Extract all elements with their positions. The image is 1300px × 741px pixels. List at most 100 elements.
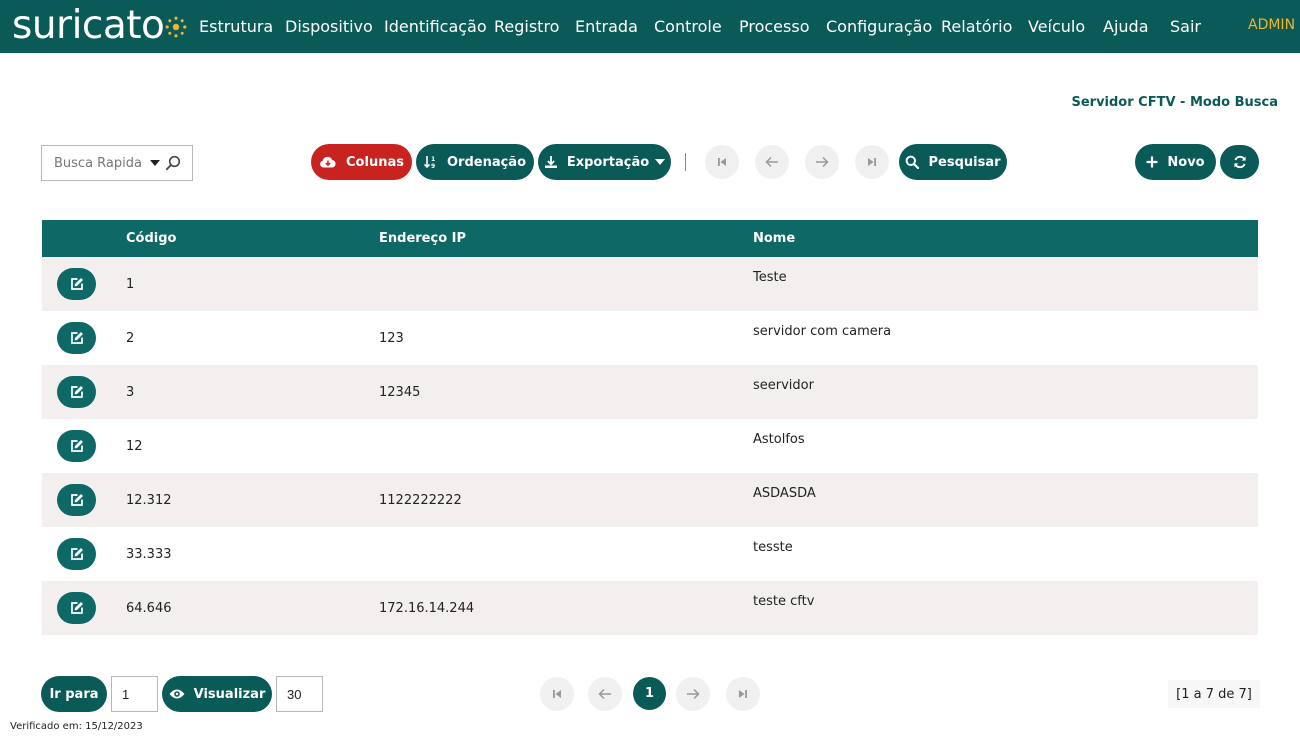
- first-page-icon: [718, 158, 726, 166]
- sun-logo-icon: [166, 16, 187, 38]
- result-range: [1 a 7 de 7]: [1168, 680, 1260, 708]
- table-row[interactable]: 12.312 1122222222 ASDASDA: [42, 473, 1258, 527]
- table-row[interactable]: 3 12345 seervidor: [42, 365, 1258, 419]
- toolbar-divider: [685, 153, 686, 171]
- goto-label: Ir para: [49, 686, 99, 702]
- chevron-down-icon: [655, 159, 666, 165]
- pager-first-button[interactable]: [540, 677, 574, 711]
- nav-veiculo[interactable]: Veículo: [1028, 17, 1085, 36]
- pager-next-button[interactable]: [676, 677, 710, 711]
- columns-button[interactable]: Colunas: [311, 144, 412, 180]
- export-button[interactable]: Exportação: [538, 144, 671, 180]
- new-button[interactable]: Novo: [1135, 144, 1216, 180]
- pager-current-page[interactable]: 1: [633, 677, 666, 710]
- eye-icon: [169, 689, 185, 699]
- search-icon[interactable]: [165, 155, 181, 171]
- nav-entrada[interactable]: Entrada: [575, 17, 638, 36]
- edit-row-button[interactable]: [57, 592, 96, 624]
- nav-dispositivo[interactable]: Dispositivo: [285, 17, 373, 36]
- cell-name: servidor com camera: [753, 324, 892, 339]
- export-label: Exportação: [566, 154, 650, 170]
- edit-icon: [70, 278, 83, 290]
- header-code[interactable]: Código: [126, 231, 176, 246]
- page-title: Servidor CFTV - Modo Busca: [1071, 95, 1278, 110]
- user-name[interactable]: ADMIN: [1248, 17, 1295, 33]
- results-table: Código Endereço IP Nome 1 Teste 2 123 servid…: [42, 220, 1258, 635]
- arrow-left-icon: [765, 156, 778, 168]
- last-page-button[interactable]: [855, 145, 889, 179]
- plus-icon: [1146, 156, 1158, 168]
- edit-row-button[interactable]: [57, 376, 96, 408]
- table-row[interactable]: 2 123 servidor com camera: [42, 311, 1258, 365]
- table-row[interactable]: 33.333 tesste: [42, 527, 1258, 581]
- chevron-down-icon[interactable]: [150, 160, 160, 166]
- arrow-right-icon: [816, 156, 829, 168]
- edit-row-button[interactable]: [57, 268, 96, 300]
- nav-estrutura[interactable]: Estrutura: [199, 17, 273, 36]
- refresh-icon: [1233, 155, 1246, 169]
- edit-icon: [70, 548, 83, 560]
- new-label: Novo: [1167, 154, 1205, 170]
- nav-controle[interactable]: Controle: [654, 17, 722, 36]
- table-row[interactable]: 64.646 172.16.14.244 teste cftv: [42, 581, 1258, 635]
- edit-icon: [70, 332, 83, 344]
- search-button[interactable]: Pesquisar: [899, 144, 1007, 180]
- cell-ip: 1122222222: [379, 493, 462, 508]
- table-body: 1 Teste 2 123 servidor com camera 3 12345 seerv…: [42, 257, 1258, 635]
- svg-text:1: 1: [431, 156, 435, 163]
- quick-search-field[interactable]: Busca Rapida: [41, 145, 193, 181]
- per-page-input[interactable]: [276, 676, 323, 712]
- cell-name: teste cftv: [753, 594, 815, 609]
- arrow-right-icon: [687, 688, 700, 700]
- nav-sair[interactable]: Sair: [1170, 17, 1201, 36]
- goto-button[interactable]: Ir para: [41, 676, 107, 712]
- ordering-button[interactable]: 1 9 Ordenação: [416, 144, 534, 180]
- cell-ip: 123: [379, 331, 404, 346]
- columns-label: Colunas: [346, 154, 404, 170]
- pager-last-button[interactable]: [726, 677, 760, 711]
- first-page-button[interactable]: [705, 145, 739, 179]
- edit-row-button[interactable]: [57, 430, 96, 462]
- nav-processo[interactable]: Processo: [739, 17, 809, 36]
- cell-code: 33.333: [126, 547, 172, 562]
- nav-identificacao[interactable]: Identificação: [384, 17, 487, 36]
- cell-ip: 12345: [379, 385, 421, 400]
- previous-page-button[interactable]: [755, 145, 789, 179]
- view-button[interactable]: Visualizar: [162, 676, 272, 712]
- next-page-button[interactable]: [805, 145, 839, 179]
- first-page-icon: [553, 690, 561, 698]
- cell-code: 12: [126, 439, 143, 454]
- goto-page-input[interactable]: [111, 676, 158, 712]
- edit-row-button[interactable]: [57, 484, 96, 516]
- edit-icon: [70, 386, 83, 398]
- nav-registro[interactable]: Registro: [494, 17, 559, 36]
- table-row[interactable]: 1 Teste: [42, 257, 1258, 311]
- cell-name: seervidor: [753, 378, 814, 393]
- edit-icon: [70, 602, 83, 614]
- nav-configuracao[interactable]: Configuração: [826, 17, 932, 36]
- cell-code: 2: [126, 331, 135, 346]
- view-label: Visualizar: [193, 686, 266, 702]
- cell-code: 3: [126, 385, 135, 400]
- pager-previous-button[interactable]: [588, 677, 622, 711]
- header-name[interactable]: Nome: [753, 231, 795, 246]
- cell-name: Astolfos: [753, 432, 805, 447]
- app-logo[interactable]: suricato: [12, 3, 187, 49]
- cell-name: Teste: [753, 270, 787, 285]
- cell-code: 1: [126, 277, 135, 292]
- edit-row-button[interactable]: [57, 538, 96, 570]
- cloud-download-icon: [320, 156, 336, 168]
- cell-name: tesste: [753, 540, 793, 555]
- nav-relatorio[interactable]: Relatório: [941, 17, 1012, 36]
- cell-ip: 172.16.14.244: [379, 601, 475, 616]
- refresh-button[interactable]: [1220, 145, 1259, 179]
- svg-text:9: 9: [431, 163, 435, 169]
- header-ip[interactable]: Endereço IP: [379, 231, 466, 246]
- search-icon: [906, 155, 920, 169]
- last-page-icon: [739, 690, 747, 698]
- edit-row-button[interactable]: [57, 322, 96, 354]
- top-navbar: suricato Estrutura Dispositivo Identific…: [0, 0, 1300, 53]
- last-page-icon: [868, 158, 876, 166]
- nav-ajuda[interactable]: Ajuda: [1103, 17, 1149, 36]
- table-row[interactable]: 12 Astolfos: [42, 419, 1258, 473]
